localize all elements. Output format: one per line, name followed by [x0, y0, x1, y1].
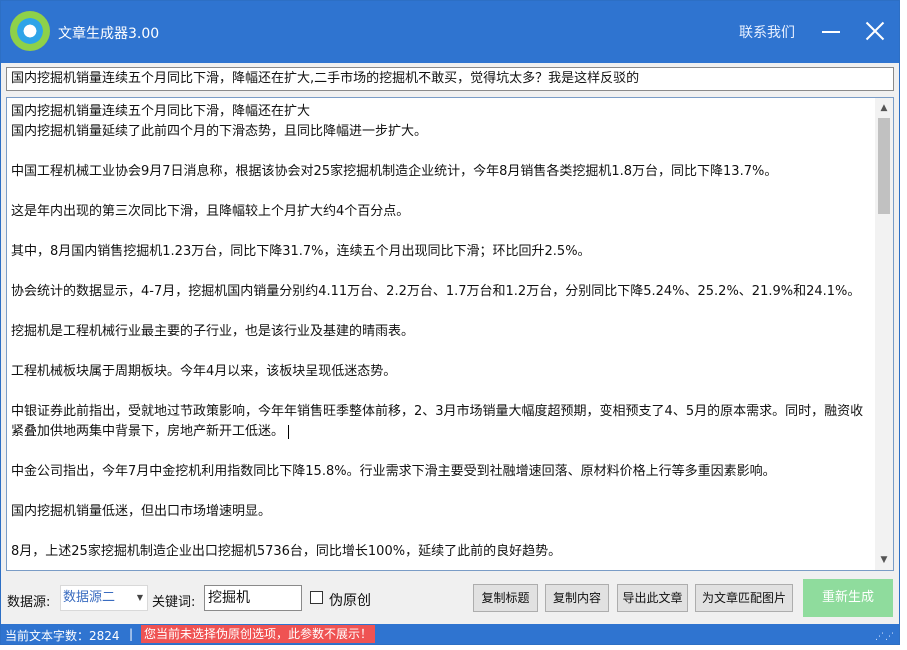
data-source-label: 数据源: — [7, 595, 51, 610]
scroll-down-icon[interactable]: ▼ — [875, 552, 893, 568]
close-icon[interactable] — [864, 20, 886, 42]
dropdown-arrow-icon: ▼ — [136, 593, 143, 602]
scroll-up-icon[interactable]: ▲ — [875, 100, 893, 116]
scrollbar-thumb[interactable] — [878, 118, 890, 214]
regenerate-button[interactable]: 重新生成 — [803, 579, 893, 617]
content-paragraph: 这是年内出现的第三次同比下滑，且降幅较上个月扩大约4个百分点。 — [11, 204, 410, 219]
pseudo-original-label: 伪原创 — [329, 593, 371, 609]
pseudo-original-warning: 您当前未选择伪原创选项，此参数不展示！ — [141, 625, 376, 643]
data-source-value: 数据源二 — [63, 590, 116, 605]
app-window: 文章生成器3.00 联系我们 国内挖掘机销量连续五个月同比下滑，降幅还在扩大,二… — [0, 0, 900, 645]
content-paragraph: 中金公司指出，今年7月中金挖机利用指数同比下降15.8%。行业需求下滑主要受到社… — [11, 464, 776, 479]
bottom-toolbar: 数据源: 数据源二 ▼ 关键词: 挖掘机 伪原创 复制标题 复制内容 导出此文章… — [1, 579, 899, 617]
word-count: 当前文本字数：2824 — [5, 629, 120, 643]
export-article-button[interactable]: 导出此文章 — [617, 584, 688, 612]
text-caret — [288, 424, 290, 439]
vertical-scrollbar[interactable]: ▲ ▼ — [875, 98, 893, 570]
title-bar: 文章生成器3.00 联系我们 — [1, 1, 899, 63]
content-paragraph: 国内挖掘机销量连续五个月同比下滑，降幅还在扩大 — [11, 104, 311, 119]
content-paragraph: 国内挖掘机销量低迷，但出口市场增速明显。 — [11, 504, 272, 519]
status-bar: 当前文本字数：2824 | 您当前未选择伪原创选项，此参数不展示！ ⋰⋰ — [1, 624, 899, 644]
content-paragraph: 国内挖掘机销量延续了此前四个月的下滑态势，且同比降幅进一步扩大。 — [11, 124, 428, 139]
content-paragraph: 工程机械板块属于周期板块。今年4月以来，该板块呈现低迷态势。 — [11, 364, 397, 379]
data-source-select[interactable]: 数据源二 ▼ — [60, 585, 148, 611]
contact-us-link[interactable]: 联系我们 — [739, 22, 795, 42]
article-content: 国内挖掘机销量连续五个月同比下滑，降幅还在扩大 国内挖掘机销量延续了此前四个月的… — [11, 102, 873, 570]
content-paragraph-with-caret: 中银证券此前指出，受就地过节政策影响，今年年销售旺季整体前移，2、3月市场销量大… — [11, 402, 873, 442]
content-paragraph: 8月，上述25家挖掘机制造企业出口挖掘机5736台，同比增长100%，延续了此前… — [11, 544, 562, 559]
content-paragraph: 协会统计的数据显示，4-7月，挖掘机国内销量分别约4.11万台、2.2万台、1.… — [11, 284, 861, 299]
content-paragraph: 中银证券此前指出，受就地过节政策影响，今年年销售旺季整体前移，2、3月市场销量大… — [11, 404, 864, 439]
match-image-button[interactable]: 为文章匹配图片 — [695, 584, 793, 612]
content-paragraph: 挖掘机是工程机械行业最主要的子行业，也是该行业及基建的晴雨表。 — [11, 324, 415, 339]
content-paragraph: 其中，8月国内销售挖掘机1.23万台，同比下降31.7%，连续五个月出现同比下滑… — [11, 244, 591, 259]
article-content-editor[interactable]: 国内挖掘机销量连续五个月同比下滑，降幅还在扩大 国内挖掘机销量延续了此前四个月的… — [6, 97, 894, 571]
article-title-input[interactable]: 国内挖掘机销量连续五个月同比下滑，降幅还在扩大,二手市场的挖掘机不敢买，觉得坑太… — [6, 67, 894, 91]
minimize-icon[interactable] — [822, 31, 840, 33]
keyword-input[interactable]: 挖掘机 — [204, 585, 302, 611]
app-logo-icon — [10, 11, 50, 51]
status-separator: | — [129, 627, 134, 641]
keyword-label: 关键词: — [152, 595, 196, 610]
pseudo-original-checkbox[interactable] — [310, 591, 323, 604]
resize-grip-icon[interactable]: ⋰⋰ — [875, 633, 895, 642]
app-title: 文章生成器3.00 — [58, 26, 160, 42]
copy-content-button[interactable]: 复制内容 — [545, 584, 609, 612]
content-paragraph: 中国工程机械工业协会9月7日消息称，根据该协会对25家挖掘机制造企业统计，今年8… — [11, 164, 778, 179]
copy-title-button[interactable]: 复制标题 — [473, 584, 538, 612]
